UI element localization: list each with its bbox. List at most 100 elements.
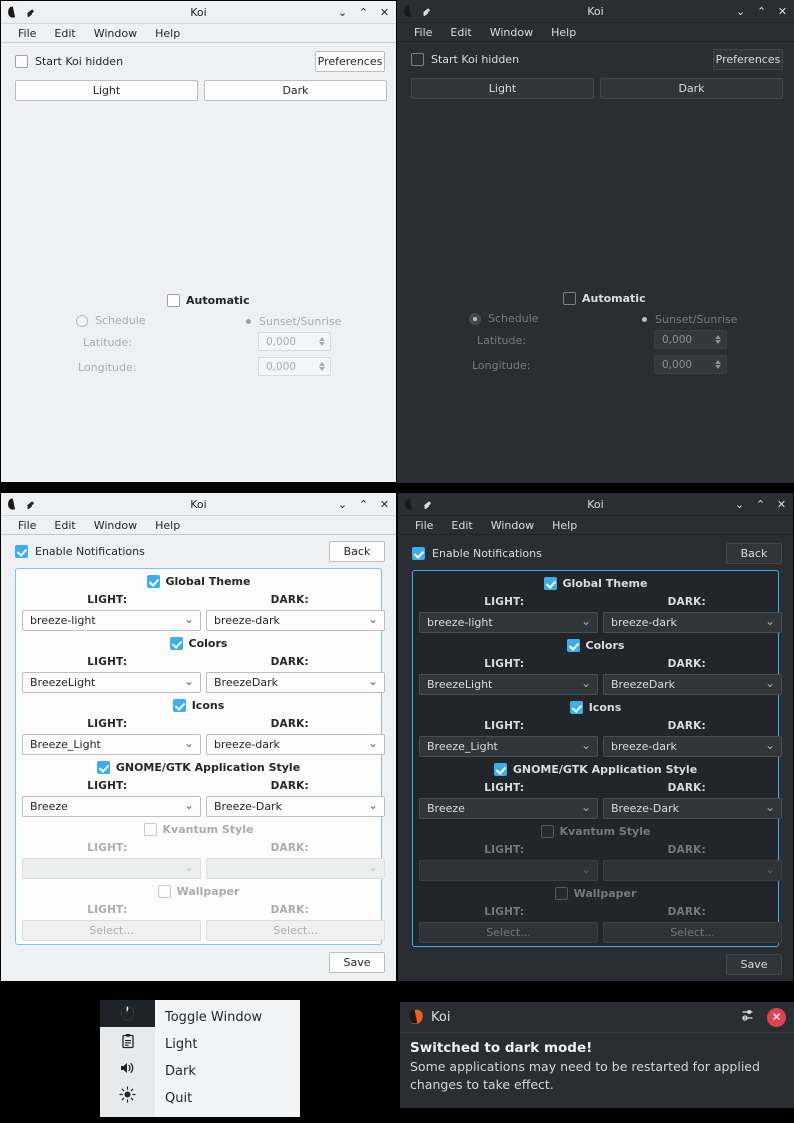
section-2-checkbox[interactable] xyxy=(172,699,186,712)
section-5-checkbox[interactable] xyxy=(157,885,171,898)
maximize-icon[interactable]: ⌃ xyxy=(358,7,369,18)
light-button[interactable]: Light xyxy=(411,78,594,99)
section-0-checkbox[interactable] xyxy=(543,577,557,590)
menu-help[interactable]: Help xyxy=(543,519,586,532)
latitude-spinbox[interactable]: 0,000 xyxy=(654,330,727,349)
section-2-light-combo[interactable]: Breeze_Light ⌄ xyxy=(419,736,598,757)
save-button[interactable]: Save xyxy=(726,954,782,975)
section-3-header[interactable]: GNOME/GTK Application Style xyxy=(413,763,778,776)
menu-window[interactable]: Window xyxy=(482,519,543,532)
schedule-radio[interactable] xyxy=(469,312,481,325)
automatic-checkbox[interactable] xyxy=(167,294,180,307)
maximize-icon[interactable]: ⌃ xyxy=(755,499,766,510)
tray-item-light[interactable]: Light xyxy=(155,1031,300,1058)
dark-button[interactable]: Dark xyxy=(204,80,387,101)
menu-edit[interactable]: Edit xyxy=(45,27,84,40)
section-3-light-combo[interactable]: Breeze ⌄ xyxy=(419,798,598,819)
automatic-row[interactable]: Automatic xyxy=(167,294,250,307)
section-1-light-combo[interactable]: BreezeLight ⌄ xyxy=(419,674,598,695)
pin-icon[interactable] xyxy=(422,6,433,17)
section-3-dark-combo[interactable]: Breeze-Dark ⌄ xyxy=(206,796,385,817)
close-icon[interactable]: ✕ xyxy=(379,7,390,18)
close-icon[interactable]: ✕ xyxy=(379,499,390,510)
latitude-stepper[interactable] xyxy=(715,335,724,344)
sliders-icon[interactable] xyxy=(740,1006,758,1028)
preferences-button[interactable]: Preferences xyxy=(713,49,783,70)
section-0-dark-combo[interactable]: breeze-dark ⌄ xyxy=(206,610,385,631)
section-1-header[interactable]: Colors xyxy=(16,637,381,650)
back-button[interactable]: Back xyxy=(726,543,782,564)
menu-edit[interactable]: Edit xyxy=(45,519,84,532)
longitude-stepper[interactable] xyxy=(319,362,328,371)
light-button[interactable]: Light xyxy=(15,80,198,101)
section-0-header[interactable]: Global Theme xyxy=(16,575,381,588)
menu-window[interactable]: Window xyxy=(481,26,542,39)
longitude-spinbox[interactable]: 0,000 xyxy=(258,357,331,376)
pin-icon[interactable] xyxy=(26,7,37,18)
section-5-header[interactable]: Wallpaper xyxy=(413,887,778,900)
section-0-light-combo[interactable]: breeze-light ⌄ xyxy=(22,610,201,631)
save-button[interactable]: Save xyxy=(329,952,385,973)
section-2-dark-combo[interactable]: breeze-dark ⌄ xyxy=(206,734,385,755)
latitude-stepper[interactable] xyxy=(319,337,328,346)
section-0-dark-combo[interactable]: breeze-dark ⌄ xyxy=(603,612,782,633)
section-1-header[interactable]: Colors xyxy=(413,639,778,652)
titlebar[interactable]: Koi ⌄ ⌃ ✕ xyxy=(397,0,794,23)
sunset-radio[interactable] xyxy=(246,319,251,324)
section-4-checkbox[interactable] xyxy=(540,825,554,838)
section-2-dark-combo[interactable]: breeze-dark ⌄ xyxy=(603,736,782,757)
section-4-header[interactable]: Kvantum Style xyxy=(413,825,778,838)
schedule-row[interactable]: Schedule xyxy=(76,314,146,327)
schedule-row[interactable]: Schedule xyxy=(469,312,539,325)
minimize-icon[interactable]: ⌄ xyxy=(337,7,348,18)
enable-notifications-row[interactable]: Enable Notifications xyxy=(412,547,542,560)
titlebar[interactable]: Koi ⌄ ⌃ ✕ xyxy=(1,493,396,516)
sunset-row[interactable]: Sunset/Sunrise xyxy=(246,315,341,328)
enable-notifications-checkbox[interactable] xyxy=(15,545,28,558)
section-2-header[interactable]: Icons xyxy=(16,699,381,712)
section-1-dark-combo[interactable]: BreezeDark ⌄ xyxy=(206,672,385,693)
section-4-checkbox[interactable] xyxy=(143,823,157,836)
pin-icon[interactable] xyxy=(26,499,37,510)
menu-edit[interactable]: Edit xyxy=(441,26,480,39)
back-button[interactable]: Back xyxy=(329,541,385,562)
section-1-light-combo[interactable]: BreezeLight ⌄ xyxy=(22,672,201,693)
section-3-dark-combo[interactable]: Breeze-Dark ⌄ xyxy=(603,798,782,819)
start-hidden-row[interactable]: Start Koi hidden xyxy=(15,55,123,68)
start-hidden-checkbox[interactable] xyxy=(15,55,28,68)
section-0-header[interactable]: Global Theme xyxy=(413,577,778,590)
sunset-radio[interactable] xyxy=(642,317,647,322)
start-hidden-row[interactable]: Start Koi hidden xyxy=(411,53,519,66)
menu-file[interactable]: File xyxy=(405,26,441,39)
longitude-spinbox[interactable]: 0,000 xyxy=(654,355,727,374)
minimize-icon[interactable]: ⌄ xyxy=(337,499,348,510)
section-1-dark-combo[interactable]: BreezeDark ⌄ xyxy=(603,674,782,695)
section-0-light-combo[interactable]: breeze-light ⌄ xyxy=(419,612,598,633)
section-0-checkbox[interactable] xyxy=(146,575,160,588)
section-1-checkbox[interactable] xyxy=(566,639,580,652)
section-5-header[interactable]: Wallpaper xyxy=(16,885,381,898)
section-2-checkbox[interactable] xyxy=(569,701,583,714)
sunset-row[interactable]: Sunset/Sunrise xyxy=(642,313,737,326)
menu-help[interactable]: Help xyxy=(146,519,189,532)
menu-file[interactable]: File xyxy=(9,27,45,40)
titlebar[interactable]: Koi ⌄ ⌃ ✕ xyxy=(398,493,793,516)
maximize-icon[interactable]: ⌃ xyxy=(358,499,369,510)
schedule-radio[interactable] xyxy=(76,314,88,327)
automatic-row[interactable]: Automatic xyxy=(563,292,646,305)
titlebar[interactable]: Koi ⌄ ⌃ ✕ xyxy=(1,1,396,24)
longitude-stepper[interactable] xyxy=(715,360,724,369)
section-4-header[interactable]: Kvantum Style xyxy=(16,823,381,836)
dark-button[interactable]: Dark xyxy=(600,78,783,99)
start-hidden-checkbox[interactable] xyxy=(411,53,424,66)
menu-window[interactable]: Window xyxy=(85,519,146,532)
section-3-header[interactable]: GNOME/GTK Application Style xyxy=(16,761,381,774)
section-1-checkbox[interactable] xyxy=(169,637,183,650)
section-3-light-combo[interactable]: Breeze ⌄ xyxy=(22,796,201,817)
minimize-icon[interactable]: ⌄ xyxy=(734,499,745,510)
section-5-checkbox[interactable] xyxy=(554,887,568,900)
section-3-checkbox[interactable] xyxy=(96,761,110,774)
section-3-checkbox[interactable] xyxy=(493,763,507,776)
close-icon[interactable]: ✕ xyxy=(777,6,788,17)
enable-notifications-row[interactable]: Enable Notifications xyxy=(15,545,145,558)
